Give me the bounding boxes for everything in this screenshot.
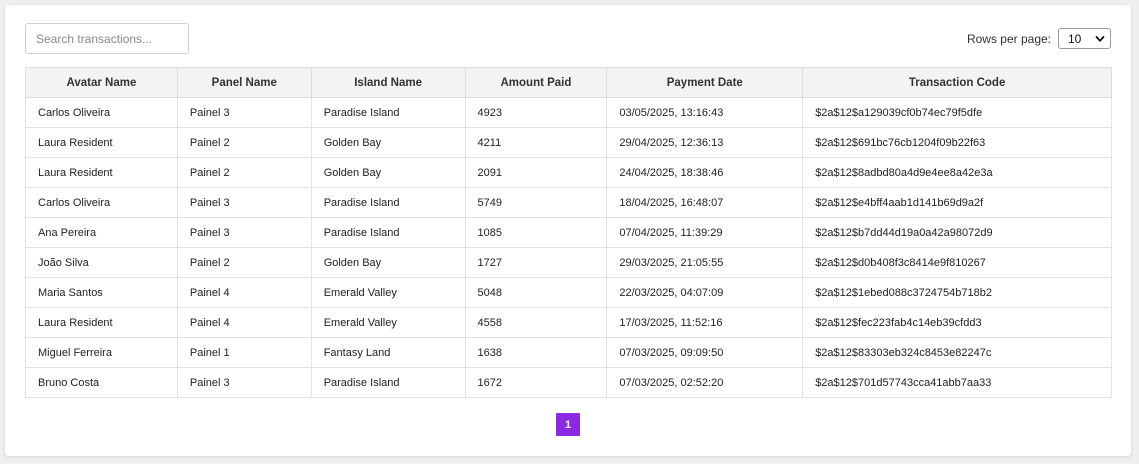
table-row: Bruno Costa Painel 3 Paradise Island 1672 07… — [25, 367, 1112, 398]
amount-paid-cell: 1672 — [464, 367, 608, 398]
panel-name-cell: Painel 4 — [176, 277, 312, 308]
payment-date-cell: 18/04/2025, 16:48:07 — [606, 187, 804, 218]
table-row: João Silva Painel 2 Golden Bay 1727 29/03/20… — [25, 247, 1112, 278]
avatar-name-cell: Maria Santos — [25, 277, 178, 308]
avatar-name-cell: Bruno Costa — [25, 367, 178, 398]
rows-per-page-select[interactable]: 10 — [1058, 28, 1111, 49]
amount-paid-cell: 2091 — [464, 157, 608, 188]
avatar-name-cell: Carlos Oliveira — [25, 187, 178, 218]
transactions-panel: Rows per page: 10 Avatar Name Panel Name… — [5, 5, 1131, 456]
transaction-code-cell: $2a$12$83303eb324c8453e82247c — [802, 337, 1112, 368]
island-name-cell: Paradise Island — [310, 217, 466, 248]
island-name-cell: Paradise Island — [310, 187, 466, 218]
table-row: Laura Resident Painel 2 Golden Bay 2091 24/0… — [25, 157, 1112, 188]
column-header-panel-name[interactable]: Panel Name — [176, 67, 312, 98]
island-name-cell: Emerald Valley — [310, 277, 466, 308]
table-row: Maria Santos Painel 4 Emerald Valley 5048 22… — [25, 277, 1112, 308]
payment-date-cell: 22/03/2025, 04:07:09 — [606, 277, 804, 308]
payment-date-cell: 07/03/2025, 09:09:50 — [606, 337, 804, 368]
table-row: Laura Resident Painel 4 Emerald Valley 4558… — [25, 307, 1112, 338]
payment-date-cell: 29/03/2025, 21:05:55 — [606, 247, 804, 278]
column-header-avatar-name[interactable]: Avatar Name — [25, 67, 178, 98]
transactions-table: Avatar Name Panel Name Island Name Amoun… — [25, 67, 1112, 398]
column-header-transaction-code[interactable]: Transaction Code — [802, 67, 1112, 98]
transaction-code-cell: $2a$12$691bc76cb1204f09b22f63 — [802, 127, 1112, 158]
panel-name-cell: Painel 4 — [176, 307, 312, 338]
payment-date-cell: 24/04/2025, 18:38:46 — [606, 157, 804, 188]
chevron-down-icon — [1095, 35, 1105, 42]
panel-name-cell: Painel 2 — [176, 127, 312, 158]
panel-name-cell: Painel 3 — [176, 367, 312, 398]
island-name-cell: Fantasy Land — [310, 337, 466, 368]
payment-date-cell: 03/05/2025, 13:16:43 — [606, 97, 804, 128]
amount-paid-cell: 4923 — [464, 97, 608, 128]
island-name-cell: Paradise Island — [310, 97, 466, 128]
avatar-name-cell: Laura Resident — [25, 157, 178, 188]
amount-paid-cell: 4558 — [464, 307, 608, 338]
amount-paid-cell: 1727 — [464, 247, 608, 278]
table-body: Carlos Oliveira Painel 3 Paradise Island 49… — [25, 97, 1112, 398]
panel-name-cell: Painel 2 — [176, 157, 312, 188]
payment-date-cell: 07/04/2025, 11:39:29 — [606, 217, 804, 248]
search-input[interactable] — [25, 23, 189, 54]
rows-per-page-control: Rows per page: 10 — [967, 28, 1111, 49]
island-name-cell: Emerald Valley — [310, 307, 466, 338]
transaction-code-cell: $2a$12$fec223fab4c14eb39cfdd3 — [802, 307, 1112, 338]
panel-name-cell: Painel 1 — [176, 337, 312, 368]
column-header-payment-date[interactable]: Payment Date — [606, 67, 804, 98]
transaction-code-cell: $2a$12$b7dd44d19a0a42a98072d9 — [802, 217, 1112, 248]
amount-paid-cell: 1085 — [464, 217, 608, 248]
table-row: Carlos Oliveira Painel 3 Paradise Island 57… — [25, 187, 1112, 218]
avatar-name-cell: Laura Resident — [25, 127, 178, 158]
panel-name-cell: Painel 3 — [176, 217, 312, 248]
transaction-code-cell: $2a$12$a129039cf0b74ec79f5dfe — [802, 97, 1112, 128]
amount-paid-cell: 4211 — [464, 127, 608, 158]
transaction-code-cell: $2a$12$8adbd80a4d9e4ee8a42e3a — [802, 157, 1112, 188]
column-header-amount-paid[interactable]: Amount Paid — [464, 67, 608, 98]
island-name-cell: Golden Bay — [310, 157, 466, 188]
panel-name-cell: Painel 3 — [176, 187, 312, 218]
island-name-cell: Paradise Island — [310, 367, 466, 398]
panel-name-cell: Painel 2 — [176, 247, 312, 278]
avatar-name-cell: Miguel Ferreira — [25, 337, 178, 368]
table-row: Carlos Oliveira Painel 3 Paradise Island 49… — [25, 97, 1112, 128]
payment-date-cell: 17/03/2025, 11:52:16 — [606, 307, 804, 338]
table-row: Ana Pereira Painel 3 Paradise Island 1085 07… — [25, 217, 1112, 248]
column-header-island-name[interactable]: Island Name — [310, 67, 466, 98]
avatar-name-cell: João Silva — [25, 247, 178, 278]
avatar-name-cell: Laura Resident — [25, 307, 178, 338]
avatar-name-cell: Ana Pereira — [25, 217, 178, 248]
table-header-row: Avatar Name Panel Name Island Name Amoun… — [25, 67, 1112, 98]
transaction-code-cell: $2a$12$d0b408f3c8414e9f810267 — [802, 247, 1112, 278]
transaction-code-cell: $2a$12$701d57743cca41abb7aa33 — [802, 367, 1112, 398]
rows-per-page-label: Rows per page: — [966, 31, 1051, 46]
table-row: Miguel Ferreira Painel 1 Fantasy Land 1638 0… — [25, 337, 1112, 368]
table-row: Laura Resident Painel 2 Golden Bay 4211 29/0… — [25, 127, 1112, 158]
pagination-page-1-button[interactable]: 1 — [556, 413, 580, 436]
avatar-name-cell: Carlos Oliveira — [25, 97, 178, 128]
rows-per-page-value: 10 — [1068, 31, 1082, 46]
island-name-cell: Golden Bay — [310, 247, 466, 278]
island-name-cell: Golden Bay — [310, 127, 466, 158]
amount-paid-cell: 5749 — [464, 187, 608, 218]
amount-paid-cell: 1638 — [464, 337, 608, 368]
transaction-code-cell: $2a$12$1ebed088c3724754b718b2 — [802, 277, 1112, 308]
panel-name-cell: Painel 3 — [176, 97, 312, 128]
transaction-code-cell: $2a$12$e4bff4aab1d141b69d9a2f — [802, 187, 1112, 218]
amount-paid-cell: 5048 — [464, 277, 608, 308]
payment-date-cell: 07/03/2025, 02:52:20 — [606, 367, 804, 398]
payment-date-cell: 29/04/2025, 12:36:13 — [606, 127, 804, 158]
